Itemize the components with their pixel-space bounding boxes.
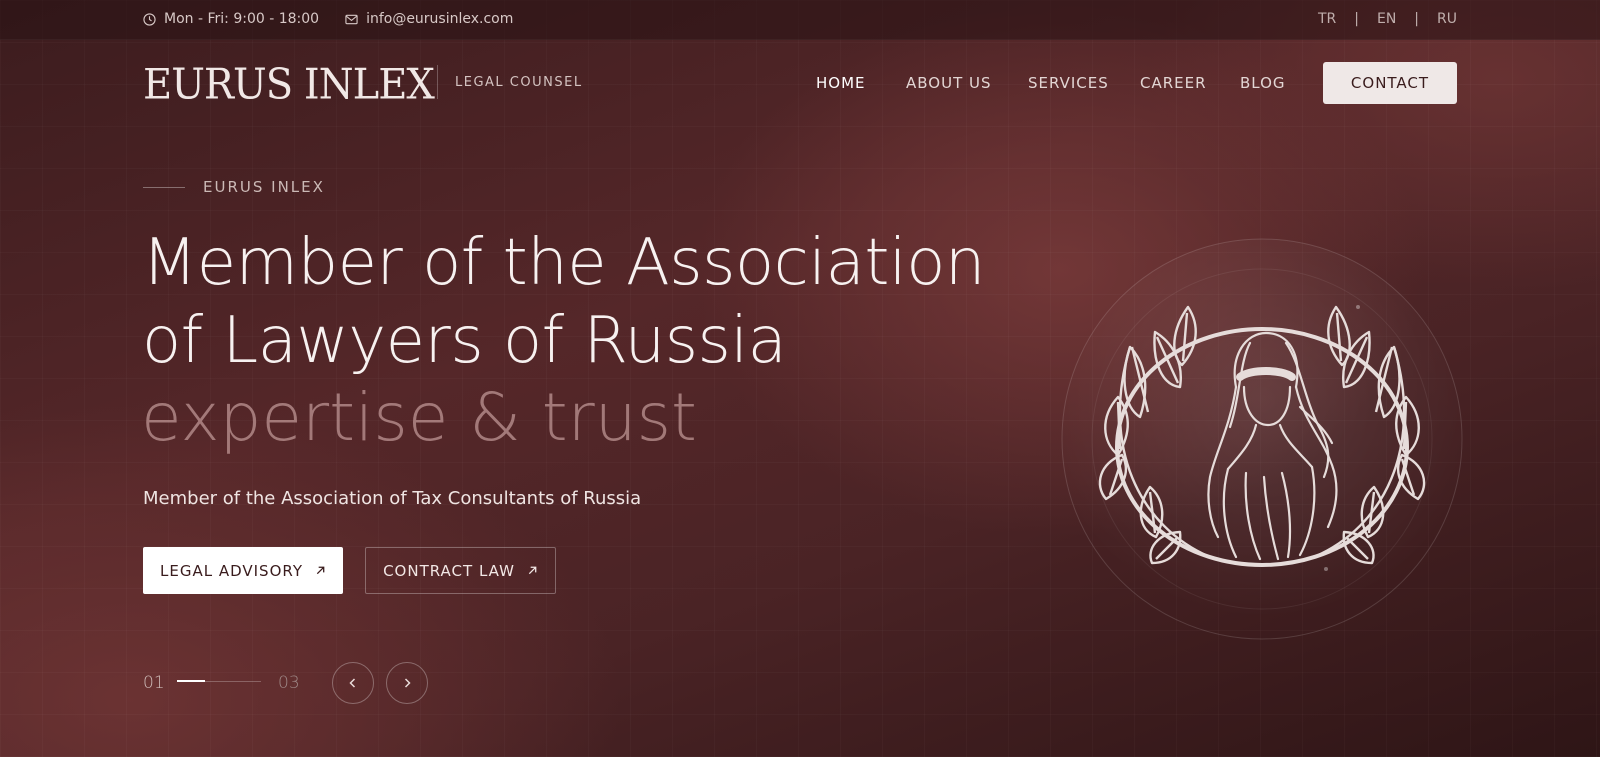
contact-info: Mon - Fri: 9:00 - 18:00 info@eurusinlex.…: [143, 11, 513, 27]
prev-slide-button[interactable]: [332, 662, 374, 704]
chevron-right-icon: [404, 678, 411, 688]
slide-current: 01: [143, 673, 165, 693]
contract-law-button[interactable]: CONTRACT LAW: [365, 547, 556, 594]
arrow-up-right-icon: [528, 566, 537, 575]
lang-separator: |: [1414, 11, 1420, 27]
logo-divider: [437, 65, 438, 99]
nav-home[interactable]: HOME: [816, 74, 866, 92]
contract-law-label: CONTRACT LAW: [383, 561, 515, 580]
lang-tr[interactable]: TR: [1318, 11, 1336, 27]
lady-justice-laurel-emblem: [1061, 238, 1463, 640]
lang-separator: |: [1354, 11, 1359, 27]
mail-icon: [345, 14, 358, 24]
eyebrow-text: EURUS INLEX: [203, 178, 325, 196]
hero-eyebrow: EURUS INLEX: [143, 178, 325, 196]
slide-total: 03: [278, 673, 300, 693]
lang-ru[interactable]: RU: [1437, 11, 1457, 27]
email-link[interactable]: info@eurusinlex.com: [345, 11, 513, 27]
next-slide-button[interactable]: [386, 662, 428, 704]
top-bar: Mon - Fri: 9:00 - 18:00 info@eurusinlex.…: [0, 0, 1600, 40]
headline-line-1: Member of the Association: [142, 226, 985, 300]
clock-icon: [143, 12, 156, 26]
arrow-up-right-icon: [316, 566, 325, 575]
slide-progress-track: [177, 680, 261, 682]
hours-text: Mon - Fri: 9:00 - 18:00: [164, 11, 320, 27]
contact-button[interactable]: CONTACT: [1323, 62, 1457, 104]
language-switcher: TR | EN | RU: [1318, 11, 1457, 27]
legal-advisory-label: LEGAL ADVISORY: [159, 561, 304, 580]
email-text: info@eurusinlex.com: [366, 11, 514, 27]
hero-subheadline: expertise & trust: [141, 379, 697, 456]
eyebrow-line: [143, 186, 185, 188]
lang-en[interactable]: EN: [1377, 11, 1396, 27]
nav-blog[interactable]: BLOG: [1240, 74, 1286, 92]
site-logo[interactable]: EURUS INLEX: [143, 61, 435, 109]
logo-tagline: LEGAL COUNSEL: [455, 75, 583, 90]
chevron-left-icon: [349, 678, 356, 688]
nav-about-us[interactable]: ABOUT US: [906, 74, 992, 92]
hero-description: Member of the Association of Tax Consult…: [143, 488, 642, 509]
hero-page: Mon - Fri: 9:00 - 18:00 info@eurusinlex.…: [0, 0, 1600, 757]
nav-services[interactable]: SERVICES: [1028, 74, 1109, 92]
nav-career[interactable]: CAREER: [1140, 74, 1207, 92]
headline-line-2: of Lawyers of Russia: [142, 304, 787, 378]
legal-advisory-button[interactable]: LEGAL ADVISORY: [143, 547, 343, 594]
business-hours: Mon - Fri: 9:00 - 18:00: [143, 11, 319, 27]
slide-progress-fill: [177, 680, 205, 682]
hero-headline: Member of the Association of Lawyers of …: [142, 224, 1042, 380]
